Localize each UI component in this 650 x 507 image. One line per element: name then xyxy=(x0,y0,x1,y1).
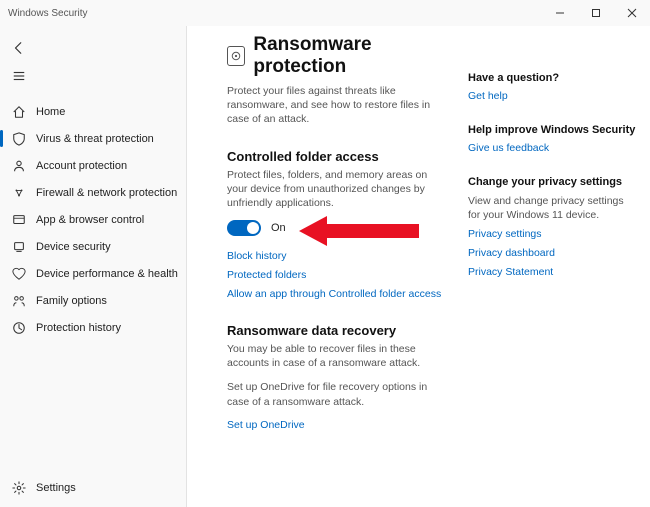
recovery-heading: Ransomware data recovery xyxy=(227,323,450,338)
link-privacy-dashboard[interactable]: Privacy dashboard xyxy=(468,247,636,259)
aside-improve-heading: Help improve Windows Security xyxy=(468,124,636,136)
link-give-feedback[interactable]: Give us feedback xyxy=(468,142,636,154)
onedrive-description: Set up OneDrive for file recovery option… xyxy=(227,380,450,408)
page-description: Protect your files against threats like … xyxy=(227,84,450,127)
cfa-heading: Controlled folder access xyxy=(227,149,450,164)
titlebar: Windows Security xyxy=(0,0,650,26)
cfa-toggle-state: On xyxy=(271,222,286,234)
link-privacy-settings[interactable]: Privacy settings xyxy=(468,228,636,240)
sidebar-item-device-security[interactable]: Device security xyxy=(0,233,186,260)
sidebar-item-home[interactable]: Home xyxy=(0,98,186,125)
sidebar-item-label: Device performance & health xyxy=(36,268,178,280)
sidebar-item-account[interactable]: Account protection xyxy=(0,152,186,179)
window-title: Windows Security xyxy=(8,8,87,19)
device-security-icon xyxy=(12,240,26,254)
aside-privacy-heading: Change your privacy settings xyxy=(468,176,636,188)
sidebar-item-label: Family options xyxy=(36,295,107,307)
link-block-history[interactable]: Block history xyxy=(227,250,450,262)
family-icon xyxy=(12,294,26,308)
sidebar-item-label: Device security xyxy=(36,241,111,253)
sidebar-item-label: Firewall & network protection xyxy=(36,187,177,199)
sidebar-item-family[interactable]: Family options xyxy=(0,287,186,314)
firewall-icon xyxy=(12,186,26,200)
sidebar-item-label: Home xyxy=(36,106,65,118)
sidebar-item-label: Settings xyxy=(36,482,76,494)
link-protected-folders[interactable]: Protected folders xyxy=(227,269,450,281)
page-title: Ransomware protection xyxy=(253,34,450,78)
cfa-toggle[interactable] xyxy=(227,220,261,236)
recovery-description: You may be able to recover files in thes… xyxy=(227,342,450,370)
app-browser-icon xyxy=(12,213,26,227)
sidebar-item-label: Virus & threat protection xyxy=(36,133,154,145)
aside: Have a question? Get help Help improve W… xyxy=(468,34,636,507)
sidebar-item-virus-threat[interactable]: Virus & threat protection xyxy=(0,125,186,152)
aside-question-heading: Have a question? xyxy=(468,72,636,84)
maximize-button[interactable] xyxy=(578,0,614,26)
sidebar-item-protection-history[interactable]: Protection history xyxy=(0,314,186,341)
home-icon xyxy=(12,105,26,119)
main-content: Ransomware protection Protect your files… xyxy=(227,34,468,507)
sidebar-item-device-performance[interactable]: Device performance & health xyxy=(0,260,186,287)
sidebar-item-label: Account protection xyxy=(36,160,127,172)
sidebar: Home Virus & threat protection Account p… xyxy=(0,26,187,507)
sidebar-item-label: App & browser control xyxy=(36,214,144,226)
shield-icon xyxy=(12,132,26,146)
aside-privacy-description: View and change privacy settings for you… xyxy=(468,194,636,222)
sidebar-item-settings[interactable]: Settings xyxy=(0,474,186,501)
ransomware-icon xyxy=(227,46,245,66)
minimize-button[interactable] xyxy=(542,0,578,26)
cfa-description: Protect files, folders, and memory areas… xyxy=(227,168,450,211)
account-icon xyxy=(12,159,26,173)
close-button[interactable] xyxy=(614,0,650,26)
link-privacy-statement[interactable]: Privacy Statement xyxy=(468,266,636,278)
sidebar-item-label: Protection history xyxy=(36,322,121,334)
link-allow-app[interactable]: Allow an app through Controlled folder a… xyxy=(227,288,450,300)
back-button[interactable] xyxy=(2,34,36,62)
sidebar-item-firewall[interactable]: Firewall & network protection xyxy=(0,179,186,206)
sidebar-item-app-browser[interactable]: App & browser control xyxy=(0,206,186,233)
heart-icon xyxy=(12,267,26,281)
link-get-help[interactable]: Get help xyxy=(468,90,636,102)
nav-menu-button[interactable] xyxy=(2,62,36,90)
history-icon xyxy=(12,321,26,335)
link-setup-onedrive[interactable]: Set up OneDrive xyxy=(227,419,450,431)
annotation-arrow xyxy=(299,214,419,248)
gear-icon xyxy=(12,481,26,495)
